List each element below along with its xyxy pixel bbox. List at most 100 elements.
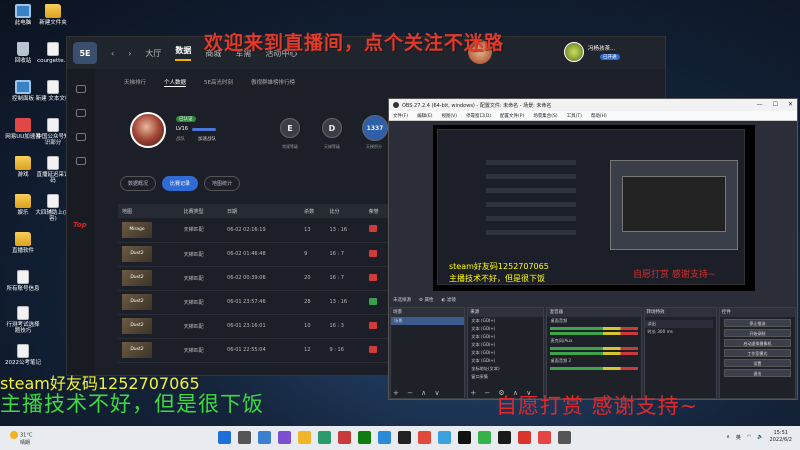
volume-icon[interactable]: 🔈 — [757, 434, 763, 440]
start-recording-button[interactable]: 开始录制 — [723, 329, 791, 337]
search-icon[interactable] — [238, 431, 251, 444]
sidebar-home-icon[interactable] — [76, 85, 86, 93]
clock[interactable]: 15:51 2022/6/2 — [770, 430, 792, 444]
desktop-icon-accounts[interactable]: 所有账号信息 — [4, 270, 42, 292]
exit-button[interactable]: 退出 — [723, 369, 791, 377]
menu-edit[interactable]: 编辑(E) — [417, 113, 432, 119]
task-view-icon[interactable] — [258, 431, 271, 444]
properties-button[interactable]: ⚙ 属性 — [419, 297, 433, 303]
5e-taskbar-icon[interactable] — [538, 431, 551, 444]
subtab-highlights[interactable]: 5E高光时刻 — [204, 78, 233, 87]
window-controls: — ☐ ✕ — [757, 101, 793, 108]
back-arrow-icon[interactable]: ‹ — [111, 49, 114, 58]
scene-controls[interactable]: + − ∧ ∨ — [393, 389, 443, 397]
nav-lobby[interactable]: 大厅 — [145, 48, 161, 59]
source-item[interactable]: 金标地址(文本) — [468, 365, 543, 373]
source-item[interactable]: 窗口采集 — [468, 373, 543, 381]
table-row[interactable]: Dust2 天梯匹配 06-01 23:57:46 28 13 : 16 — [118, 290, 390, 315]
start-icon[interactable] — [218, 431, 231, 444]
result-lose-icon — [368, 273, 377, 281]
filter-map-stats[interactable]: 地图统计 — [204, 176, 241, 191]
sidebar-team-icon[interactable] — [76, 133, 86, 141]
xbox-icon[interactable] — [358, 431, 371, 444]
nav-data[interactable]: 数据 — [175, 45, 192, 61]
team-name[interactable]: 加速战队 — [198, 136, 216, 142]
virtual-camera-button[interactable]: 启动虚拟摄像机 — [723, 339, 791, 347]
edge-icon[interactable] — [318, 431, 331, 444]
source-item[interactable]: 文本 (GDI+) — [468, 357, 543, 365]
app-icon[interactable] — [558, 431, 571, 444]
volume-slider[interactable] — [550, 332, 638, 335]
subtab-ladder-rank[interactable]: 天梯排行 — [124, 78, 146, 87]
tray-chevron-icon[interactable]: ∧ — [726, 434, 730, 440]
forward-arrow-icon[interactable]: › — [128, 49, 131, 58]
tiktok-icon[interactable] — [458, 431, 471, 444]
sidebar-settings-icon[interactable] — [76, 157, 86, 165]
netease-icon[interactable] — [418, 431, 431, 444]
weather-widget[interactable]: 31°C 晴朗 — [10, 431, 32, 447]
minimize-icon[interactable]: — — [757, 101, 763, 108]
menu-help[interactable]: 帮助(H) — [591, 113, 607, 119]
table-row[interactable]: Dust2 天梯匹配 06-02 00:39:06 20 16 : 7 — [118, 266, 390, 291]
widgets-icon[interactable] — [278, 431, 291, 444]
source-item[interactable]: 文本 (GDI+) — [468, 325, 543, 333]
filter-match-history[interactable]: 比赛记录 — [162, 176, 199, 191]
wifi-icon[interactable]: ◠ — [747, 434, 751, 440]
source-item[interactable]: 文本 (GDI+) — [468, 317, 543, 325]
control-panel-icon — [15, 80, 31, 94]
user-avatar[interactable] — [564, 42, 584, 62]
menu-scene-collection[interactable]: 场景集合(S) — [533, 113, 557, 119]
map-thumbnail: Dust2 — [122, 294, 152, 310]
browser-icon[interactable] — [378, 431, 391, 444]
menu-docks[interactable]: 停靠窗口(D) — [466, 113, 491, 119]
wps-icon[interactable] — [518, 431, 531, 444]
no-source-label: 未选择源 — [393, 298, 411, 303]
desktop-icon-test-notes[interactable]: 行测考试选择题技巧 — [4, 306, 42, 335]
obs-preview[interactable]: steam好友码1252707065 主播技术不好，但是很下饭 自愿打赏 感谢支… — [433, 125, 755, 291]
desktop-icon-stream-software[interactable]: 直播软件 — [4, 232, 42, 254]
ime-lang[interactable]: 英 — [736, 434, 741, 441]
source-item[interactable]: 文本 (GDI+) — [468, 341, 543, 349]
maximize-icon[interactable]: ☐ — [773, 101, 778, 108]
table-row[interactable]: Dust2 天梯匹配 06-02 01:46:48 9 16 : 7 — [118, 242, 390, 267]
table-row[interactable]: Dust2 天梯匹配 06-01 23:16:01 10 16 : 3 — [118, 314, 390, 339]
col-score: 比分 — [325, 204, 365, 218]
stop-streaming-button[interactable]: 停止推流 — [723, 319, 791, 327]
preview-steam-text: steam好友码1252707065 — [449, 262, 549, 271]
wechat-icon[interactable] — [478, 431, 491, 444]
table-row[interactable]: Mirage 天梯匹配 06-02 02:16:19 13 13 : 16 — [118, 218, 390, 243]
subtab-leaderboard[interactable]: 傲视群雄榜排行榜 — [251, 78, 295, 87]
file-explorer-icon[interactable] — [298, 431, 311, 444]
menu-profile[interactable]: 配置文件(P) — [500, 113, 524, 119]
preview-quote-text: 主播技术不好，但是很下饭 — [449, 274, 545, 283]
filters-button[interactable]: ◐ 滤镜 — [441, 297, 455, 303]
player-avatar[interactable] — [130, 112, 166, 148]
desktop-icon-folder[interactable]: 新建文件夹 — [34, 4, 72, 26]
obs-taskbar-icon[interactable] — [398, 431, 411, 444]
qq-icon[interactable] — [438, 431, 451, 444]
close-icon[interactable]: ✕ — [788, 101, 793, 108]
menu-file[interactable]: 文件(F) — [393, 113, 408, 119]
menu-view[interactable]: 视图(V) — [441, 113, 457, 119]
source-item[interactable]: 文本 (GDI+) — [468, 333, 543, 341]
duration-field[interactable]: 300 ms — [657, 329, 673, 334]
subtab-personal-data[interactable]: 个人数据 — [164, 78, 187, 87]
settings-button[interactable]: 设置 — [723, 359, 791, 367]
store-icon[interactable] — [338, 431, 351, 444]
table-row[interactable]: Dust2 天梯匹配 06-01 22:55:04 12 9 : 16 — [118, 338, 390, 363]
source-item[interactable]: 文本 (GDI+) — [468, 349, 543, 357]
user-area[interactable]: 冯杨孩茶... 已开通 — [564, 42, 624, 66]
transition-select[interactable]: 淡出 — [644, 320, 713, 328]
menu-tools[interactable]: 工具(T) — [567, 113, 582, 119]
5e-subtabs: 天梯排行 个人数据 5E高光时刻 傲视群雄榜排行榜 — [124, 78, 295, 87]
studio-mode-button[interactable]: 工作室模式 — [723, 349, 791, 357]
sidebar-friends-icon[interactable] — [76, 109, 86, 117]
steam-icon[interactable] — [498, 431, 511, 444]
scene-item[interactable]: 场景 — [391, 317, 465, 325]
taskbar-pinned-apps — [218, 431, 571, 444]
filter-overview[interactable]: 数据概况 — [120, 176, 157, 191]
desktop-icon-notes-2022[interactable]: 2022公考笔记 — [4, 344, 42, 366]
volume-slider[interactable] — [550, 352, 638, 355]
result-lose-icon — [368, 225, 377, 233]
top-badge: Top — [73, 221, 87, 229]
